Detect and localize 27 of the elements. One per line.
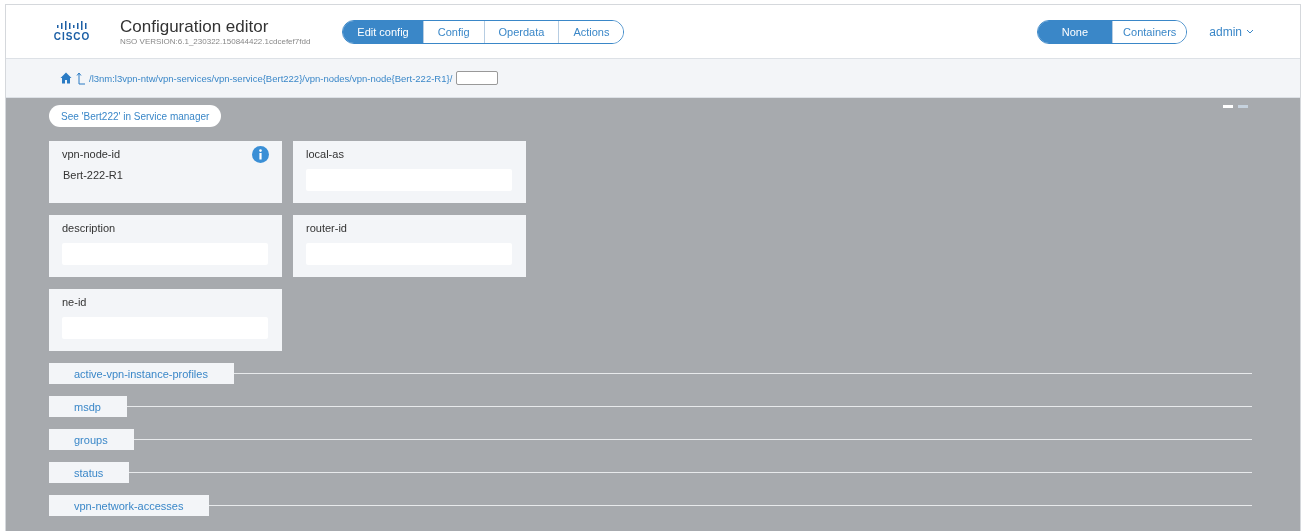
container-node[interactable]: active-vpn-instance-profiles [49, 363, 234, 384]
path-input-field[interactable] [456, 71, 499, 85]
path-text: /l3nm:l3vpn-ntw/vpn-services/vpn-service{Bert222}/vpn-nodes/vpn-node{Bert-222-R1}/ [89, 72, 453, 84]
container-node[interactable]: vpn-network-accesses [49, 495, 210, 516]
service-manager-link[interactable]: See 'Bert222' in Service manager [49, 105, 222, 127]
view-tab[interactable]: Containers [1112, 20, 1187, 43]
container-node[interactable]: groups [49, 429, 134, 450]
container-node[interactable]: status [49, 462, 130, 483]
mode-tab[interactable]: Edit config [343, 20, 423, 43]
logo-bars-icon [56, 21, 88, 31]
info-icon[interactable] [252, 146, 269, 163]
container-node[interactable]: msdp [49, 396, 127, 417]
app-title: Configuration editor [120, 17, 270, 37]
user-menu[interactable]: admin [1209, 24, 1254, 39]
chevron-down-icon [1246, 29, 1254, 34]
field-label: local-as [306, 148, 344, 160]
home-icon[interactable] [60, 72, 72, 84]
field-label: router-id [306, 222, 347, 234]
field-label: vpn-node-id [62, 148, 121, 160]
logo-text: CISCO [53, 31, 91, 42]
field-label: ne-id [62, 296, 87, 308]
version-text: NSO VERSION:6.1_230322.150844422.1cdcefef7fdd [120, 37, 311, 46]
field-value: Bert-222-R1 [62, 169, 124, 181]
field-label: description [62, 222, 116, 234]
up-arrow-icon[interactable] [76, 71, 85, 85]
mode-tab[interactable]: Actions [558, 20, 624, 43]
view-tab[interactable]: None [1037, 20, 1113, 43]
